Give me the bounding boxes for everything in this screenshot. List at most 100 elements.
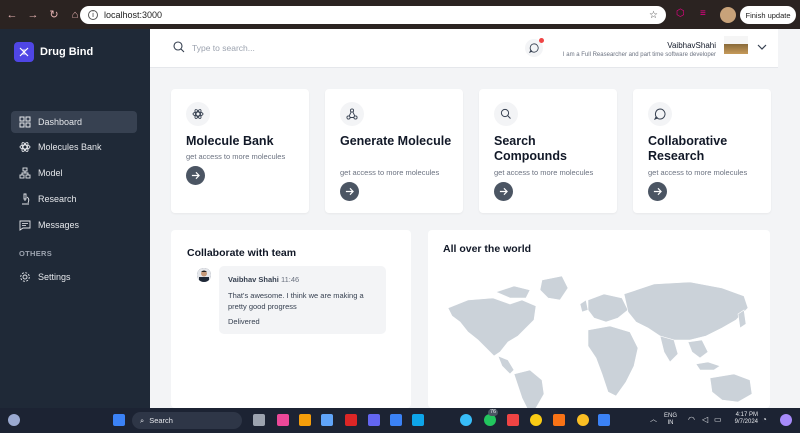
- reload-icon[interactable]: ↻: [45, 6, 63, 24]
- message-sender: Vaibhav Shahi: [228, 275, 279, 284]
- task-view-icon[interactable]: [253, 414, 265, 426]
- app-icon[interactable]: [412, 414, 424, 426]
- taskbar-search[interactable]: ⌕ Search: [132, 412, 242, 429]
- arrow-right-icon: [345, 187, 354, 196]
- browser-toolbar: ← → ↻ ⌂ i localhost:3000 ☆ ⬡ ≡ Finish up…: [0, 0, 800, 29]
- card-generate-molecule[interactable]: Generate Molecule get access to more mol…: [325, 89, 463, 213]
- dna-logo-icon: [14, 42, 34, 62]
- sidebar-item-research[interactable]: Research: [11, 188, 137, 210]
- arrow-right-button[interactable]: [648, 182, 667, 201]
- system-clock[interactable]: 4:17 PM 9/7/2024: [728, 412, 758, 426]
- telegram-icon[interactable]: [460, 414, 472, 426]
- card-subtitle: get access to more molecules: [494, 168, 594, 177]
- address-bar[interactable]: i localhost:3000 ☆: [80, 6, 666, 24]
- sidebar-item-label: Dashboard: [38, 117, 83, 127]
- sidebar-item-label: Settings: [38, 272, 71, 282]
- user-avatar[interactable]: [724, 36, 748, 54]
- back-icon[interactable]: ←: [3, 6, 21, 24]
- app-logo[interactable]: Drug Bind: [14, 42, 93, 62]
- copilot-icon[interactable]: [780, 414, 792, 426]
- volume-icon[interactable]: ◁: [702, 416, 708, 424]
- card-subtitle: get access to more molecules: [340, 168, 440, 177]
- app-icon[interactable]: [390, 414, 402, 426]
- chat-icon: [529, 43, 539, 53]
- sidebar-section-others: OTHERS: [19, 249, 53, 258]
- card-search-compounds[interactable]: Search Compounds get access to more mole…: [479, 89, 617, 213]
- battery-icon[interactable]: ▭: [714, 416, 722, 424]
- browser-profile-avatar[interactable]: [720, 7, 736, 23]
- sidebar-item-settings[interactable]: Settings: [11, 266, 137, 288]
- arrow-right-button[interactable]: [494, 182, 513, 201]
- forward-icon[interactable]: →: [24, 6, 42, 24]
- card-molecule-bank[interactable]: Molecule Bank get access to more molecul…: [171, 89, 309, 213]
- windows-start-icon[interactable]: [113, 414, 125, 426]
- search-icon: [173, 41, 185, 53]
- arrow-right-button[interactable]: [186, 166, 205, 185]
- language-label: ENG: [664, 413, 678, 419]
- card-subtitle: get access to more molecules: [648, 168, 748, 177]
- notification-badge: 76: [488, 409, 499, 416]
- file-explorer-icon[interactable]: [299, 414, 311, 426]
- sidebar-item-molecules-bank[interactable]: Molecules Bank: [11, 136, 137, 158]
- notification-dot: [539, 38, 544, 43]
- user-bio: I am a Full Reasearcher and part time so…: [562, 52, 716, 58]
- top-header: VaibhavShahi I am a Full Reasearcher and…: [150, 29, 778, 68]
- arrow-right-icon: [653, 187, 662, 196]
- card-title: Generate Molecule: [340, 134, 452, 148]
- arrow-right-button[interactable]: [340, 182, 359, 201]
- sidebar-item-model[interactable]: Model: [11, 162, 137, 184]
- notification-bell-icon[interactable]: ◔: [762, 416, 767, 424]
- atom-icon: [19, 142, 31, 152]
- vscode-icon[interactable]: [598, 414, 610, 426]
- chevron-down-icon[interactable]: [757, 42, 767, 52]
- dashboard-icon: [19, 116, 31, 128]
- collaborate-panel: Collaborate with team Vaibhav Shahi 11:4…: [171, 230, 411, 408]
- weather-icon[interactable]: [8, 414, 20, 426]
- taskbar-search-label: Search: [149, 416, 173, 425]
- message-time: 11:46: [281, 275, 300, 284]
- copilot-icon[interactable]: [277, 414, 289, 426]
- arrow-right-icon: [499, 187, 508, 196]
- search-icon: ⌕: [140, 415, 145, 425]
- arrow-right-icon: [191, 171, 200, 180]
- card-title: Molecule Bank: [186, 134, 274, 148]
- vlc-icon[interactable]: [553, 414, 565, 426]
- sidebar-item-messages[interactable]: Messages: [11, 214, 137, 236]
- windows-taskbar: ⌕ Search 76 ︿ ENG IN ◠ ◁ ▭ 4:17 PM 9/7/2…: [0, 408, 800, 433]
- atom-icon: [186, 102, 210, 126]
- card-subtitle: get access to more molecules: [186, 152, 286, 161]
- site-info-icon[interactable]: i: [88, 10, 98, 20]
- url-text: localhost:3000: [104, 10, 163, 20]
- card-title: Search Compounds: [494, 134, 567, 163]
- chat-icon: [648, 102, 672, 126]
- app-icon[interactable]: [368, 414, 380, 426]
- chevron-up-icon[interactable]: ︿: [650, 416, 657, 423]
- network-icon: [340, 102, 364, 126]
- wifi-icon[interactable]: ◠: [688, 416, 695, 424]
- gear-icon: [20, 272, 30, 282]
- region-label: IN: [667, 420, 674, 426]
- message-status: Delivered: [228, 317, 260, 326]
- bookmark-star-icon[interactable]: ☆: [649, 10, 658, 21]
- sidebar-item-dashboard[interactable]: Dashboard: [11, 111, 137, 133]
- media-control-icon[interactable]: ≡: [700, 8, 712, 20]
- extension-icon[interactable]: ⬡: [676, 8, 688, 20]
- chrome-icon[interactable]: [530, 414, 542, 426]
- youtube-icon[interactable]: [507, 414, 519, 426]
- chrome-icon[interactable]: [577, 414, 589, 426]
- card-title: Collaborative Research: [648, 134, 728, 163]
- search-input[interactable]: [192, 40, 392, 56]
- search-icon: [494, 102, 518, 126]
- message-text: That's awesome. I think we are making a …: [228, 291, 364, 311]
- card-collaborative-research[interactable]: Collaborative Research get access to mor…: [633, 89, 771, 213]
- app-icon[interactable]: [345, 414, 357, 426]
- sidebar-item-label: Messages: [38, 220, 80, 230]
- world-map[interactable]: [438, 270, 768, 408]
- sidebar-item-label: Molecules Bank: [38, 142, 102, 152]
- panel-title: Collaborate with team: [187, 247, 297, 259]
- store-icon[interactable]: [321, 414, 333, 426]
- input-language[interactable]: ENG IN: [664, 413, 677, 427]
- microscope-icon: [22, 193, 30, 205]
- finish-update-button[interactable]: Finish update: [740, 6, 796, 24]
- world-map-panel: All over the world: [428, 230, 770, 408]
